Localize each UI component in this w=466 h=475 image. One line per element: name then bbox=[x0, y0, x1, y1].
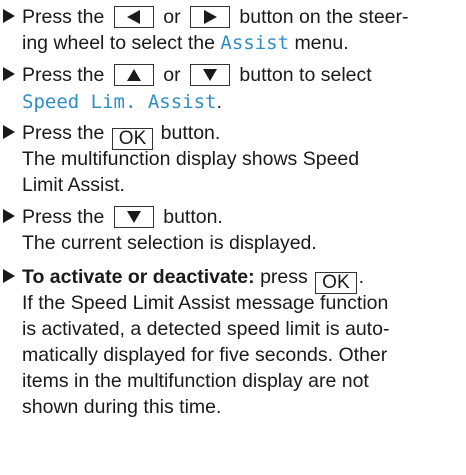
step-text: Press the bbox=[22, 64, 105, 86]
arrow-bullet-icon bbox=[3, 67, 15, 81]
step-text: Press the bbox=[22, 206, 105, 228]
step-5-line-3: is activated, a detected speed limit is … bbox=[22, 318, 390, 340]
step-1-line-2: ing wheel to select the Assist menu. bbox=[22, 32, 349, 58]
step-3-line-2: The multifunction display shows Speed bbox=[22, 148, 360, 170]
step-text: . bbox=[216, 91, 222, 113]
step-heading: To activate or deactivate: bbox=[22, 266, 255, 288]
menu-name: Speed Lim. Assist bbox=[22, 91, 217, 113]
step-text: button. bbox=[160, 122, 221, 144]
step-5-line-5: items in the multifunction display are n… bbox=[22, 370, 369, 392]
ok-key: OK bbox=[315, 272, 357, 294]
ok-key: OK bbox=[111, 128, 154, 150]
down-arrow-key-icon bbox=[113, 206, 154, 228]
arrow-bullet-icon bbox=[3, 269, 15, 283]
step-text: . bbox=[358, 266, 365, 288]
step-text: or bbox=[163, 6, 181, 28]
step-text: Press the bbox=[22, 122, 105, 144]
step-text: menu. bbox=[294, 32, 349, 54]
step-3-line-3: Limit Assist. bbox=[22, 174, 125, 196]
step-2-line-1: Press the or button to select bbox=[22, 64, 372, 90]
arrow-bullet-icon bbox=[3, 9, 15, 23]
step-text: button on the steer- bbox=[239, 6, 409, 28]
step-2-line-2: Speed Lim. Assist. bbox=[22, 91, 222, 117]
down-arrow-key-icon bbox=[189, 64, 230, 86]
left-arrow-key-icon bbox=[113, 6, 154, 28]
step-4-line-1: Press the button. bbox=[22, 206, 223, 232]
step-4-line-2: The current selection is displayed. bbox=[22, 232, 317, 254]
step-text: or bbox=[163, 64, 181, 86]
step-5-line-4: matically displayed for five seconds. Ot… bbox=[22, 344, 388, 366]
step-text: button to select bbox=[239, 64, 372, 86]
step-text: ing wheel to select the bbox=[22, 32, 215, 54]
step-5-line-1: To activate or deactivate: press OK. bbox=[22, 266, 365, 294]
step-3-line-1: Press the OK button. bbox=[22, 122, 221, 150]
step-text: Press the bbox=[22, 6, 105, 28]
step-1-line-1: Press the or button on the steer- bbox=[22, 6, 409, 32]
step-5-line-6: shown during this time. bbox=[22, 396, 222, 418]
step-text: button. bbox=[163, 206, 223, 228]
step-text: press bbox=[260, 266, 308, 288]
right-arrow-key-icon bbox=[189, 6, 230, 28]
menu-name: Assist bbox=[220, 32, 290, 54]
instruction-page: Press the or button on the steer- ing wh… bbox=[0, 0, 466, 475]
step-5-line-2: If the Speed Limit Assist message functi… bbox=[22, 292, 389, 314]
up-arrow-key-icon bbox=[113, 64, 154, 86]
arrow-bullet-icon bbox=[3, 125, 15, 139]
arrow-bullet-icon bbox=[3, 209, 15, 223]
